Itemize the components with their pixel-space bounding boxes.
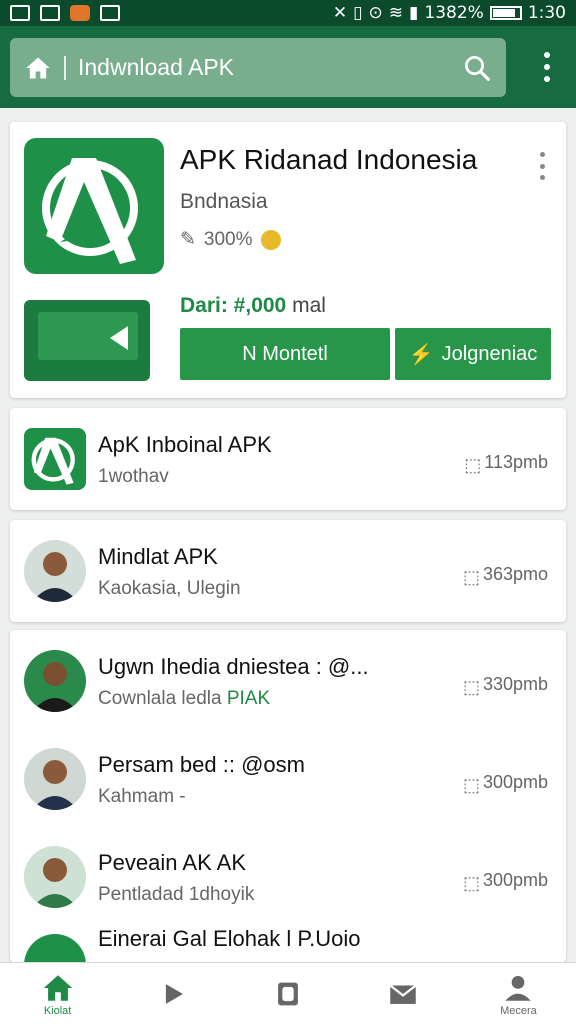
featured-app-rating: ✎ 300% — [180, 228, 281, 251]
gallery-icon — [10, 5, 30, 21]
avatar — [24, 650, 86, 712]
app-subtitle: Kaokasia, Ulegin — [98, 578, 241, 599]
nav-profile[interactable]: Mecera — [461, 963, 576, 1024]
app-subtitle: Cownlala ledla PIAK — [98, 688, 271, 709]
app-card[interactable]: ApK Inboinal APK 1wothav ⬚ 113pmb — [10, 408, 566, 510]
price-info: Dari: #,000 mal — [180, 294, 326, 318]
featured-app-card[interactable]: APK Ridanad Indonesia Bndnasia ✎ 300% Da… — [10, 122, 566, 398]
mail-icon — [389, 984, 417, 1004]
news-icon — [100, 5, 120, 21]
app-bar: Indwnload APK — [0, 26, 576, 108]
vibrate-icon: ▯ — [353, 3, 363, 23]
search-divider — [64, 55, 66, 80]
signal-icon: ▮ — [409, 3, 419, 23]
app-logo — [24, 138, 164, 274]
thumbs-up-icon: ✎ — [180, 229, 196, 250]
status-bar: ✕ ▯ ⊙ ≋ ▮ 1382% 1:30 — [0, 0, 576, 26]
play-icon — [110, 326, 128, 350]
app-card[interactable]: Mindlat APK Kaokasia, Ulegin ⬚ 363pmo — [10, 520, 566, 622]
image-icon — [40, 5, 60, 21]
app-title: Einerai Gal Elohak l P.Uoio — [98, 926, 361, 951]
search-input[interactable]: Indwnload APK — [78, 54, 462, 81]
wifi-icon: ≋ — [388, 3, 404, 23]
list-item[interactable]: Einerai Gal Elohak l P.Uoio — [10, 920, 566, 962]
nav-label: Mecera — [500, 1004, 537, 1017]
search-bar[interactable]: Indwnload APK — [10, 38, 506, 97]
list-item[interactable]: Peveain AK AK Pentladad 1dhoyik ⬚ 300pmb — [10, 832, 566, 922]
app-notification-icon — [70, 5, 90, 21]
battery-percent: 1382% — [424, 3, 484, 23]
list-item[interactable]: Ugwn Ihedia dniestea : @... Cownlala led… — [10, 636, 566, 726]
avatar — [24, 748, 86, 810]
app-size: ⬚ 300pmb — [462, 870, 548, 893]
tag-icon: ⬚ — [462, 774, 480, 795]
app-title: Persam bed :: @osm — [98, 752, 305, 777]
app-subtitle: Pentladad 1dhoyik — [98, 884, 255, 905]
app-title: Peveain AK AK — [98, 850, 246, 875]
nav-mail[interactable] — [346, 963, 461, 1024]
app-size: ⬚ 363pmo — [462, 564, 548, 587]
bottom-navigation: Kiolat Mecera — [0, 962, 576, 1024]
battery-icon — [489, 6, 522, 20]
home-icon — [43, 974, 72, 1001]
app-size: ⬚ 330pmb — [462, 674, 548, 697]
app-subtitle: 1wothav — [98, 466, 169, 487]
app-title: ApK Inboinal APK — [98, 432, 272, 457]
card-menu-icon[interactable] — [540, 152, 548, 180]
avatar — [24, 846, 86, 908]
tag-icon: ⬚ — [462, 872, 480, 893]
nav-label: Kiolat — [43, 1004, 72, 1017]
list-item[interactable]: Mindlat APK Kaokasia, Ulegin ⬚ 363pmo — [10, 526, 566, 616]
featured-app-title: APK Ridanad Indonesia — [180, 144, 478, 175]
app-size: ⬚ 300pmb — [462, 772, 548, 795]
app-title: Ugwn Ihedia dniestea : @... — [98, 654, 369, 679]
app-subtitle: Kahmam - — [98, 786, 186, 807]
play-icon — [165, 983, 183, 1004]
tag-icon: ⬚ — [462, 566, 480, 587]
clock: 1:30 — [527, 3, 566, 23]
avatar — [24, 540, 86, 602]
featured-app-subtitle: Bndnasia — [180, 190, 268, 213]
app-logo — [24, 428, 86, 490]
overflow-menu-icon[interactable] — [536, 52, 558, 82]
app-size: ⬚ 113pmb — [464, 452, 548, 475]
nav-apps[interactable] — [230, 963, 345, 1024]
tag-icon: ⬚ — [464, 454, 482, 475]
flash-icon: ⚡ — [408, 343, 434, 366]
install-button[interactable]: N Montetl — [180, 328, 390, 380]
price-unit: mal — [292, 294, 326, 317]
tag-icon: ⬚ — [462, 676, 480, 697]
alarm-icon: ⊙ — [368, 3, 383, 23]
video-preview[interactable] — [24, 300, 150, 381]
app-list-card: Ugwn Ihedia dniestea : @... Cownlala led… — [10, 630, 566, 962]
secondary-button-label: Jolgneniac — [441, 342, 538, 365]
person-icon — [505, 975, 532, 1001]
home-icon[interactable] — [24, 54, 52, 82]
avatar — [24, 934, 86, 962]
secondary-button[interactable]: ⚡ Jolgneniac — [395, 328, 551, 380]
app-title: Mindlat APK — [98, 544, 218, 569]
nav-play[interactable] — [115, 963, 230, 1024]
list-item[interactable]: ApK Inboinal APK 1wothav ⬚ 113pmb — [10, 414, 566, 504]
mute-icon: ✕ — [332, 3, 348, 23]
nav-home[interactable]: Kiolat — [0, 963, 115, 1024]
list-item[interactable]: Persam bed :: @osm Kahmam - ⬚ 300pmb — [10, 734, 566, 824]
price-label: Dari: #,000 — [180, 294, 287, 317]
search-icon[interactable] — [462, 53, 492, 83]
apps-icon — [278, 982, 298, 1005]
rating-value: 300% — [203, 228, 253, 250]
badge-icon — [260, 229, 281, 250]
